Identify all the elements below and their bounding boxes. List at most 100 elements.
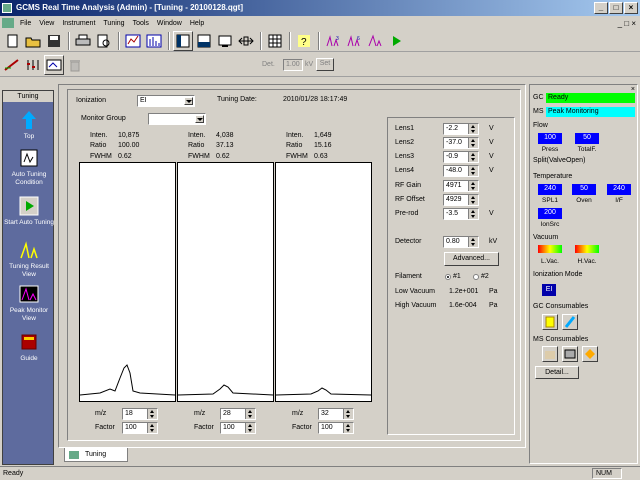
ms-filament-icon[interactable]	[542, 346, 558, 362]
press-label: Press	[541, 146, 559, 153]
start-icon[interactable]	[386, 31, 406, 51]
ionsrc-label: IonSrc	[540, 221, 560, 228]
grid-view-icon[interactable]	[265, 31, 285, 51]
ms-consumables-label: MS Consumables	[533, 336, 589, 343]
mdi-window-controls[interactable]: _ □ ×	[614, 19, 640, 28]
sidebar-item-guide[interactable]: Guide	[3, 331, 55, 363]
mdi-icon[interactable]	[2, 18, 14, 28]
peak3-factor-input[interactable]: 100	[318, 422, 354, 434]
lens1-input[interactable]: -2.2	[443, 123, 479, 135]
tune-edit-icon[interactable]	[2, 55, 22, 75]
rf-gain-input[interactable]: 4971	[443, 180, 479, 192]
top-arrow-icon	[17, 109, 41, 131]
new-file-icon[interactable]	[2, 31, 22, 51]
help-icon[interactable]: ?	[294, 31, 314, 51]
ms-detector-icon[interactable]	[582, 346, 598, 362]
filament-1-label: #1	[453, 273, 461, 280]
ionization-select[interactable]: EI	[137, 95, 195, 107]
peak2-fwhm: 0.62	[216, 153, 230, 160]
menu-instrument[interactable]: Instrument	[58, 20, 99, 27]
mz-label: m/z	[194, 410, 206, 417]
peak1-factor-input[interactable]: 100	[122, 422, 158, 434]
filament-2-radio[interactable]	[473, 274, 479, 280]
menu-window[interactable]: Window	[153, 20, 186, 27]
det-label: Det.	[262, 61, 275, 68]
view-chart-icon[interactable]	[123, 31, 143, 51]
print-icon[interactable]	[73, 31, 93, 51]
inten-label: Inten.	[90, 132, 108, 139]
maximize-button[interactable]: □	[609, 2, 623, 14]
view-spectrum-icon[interactable]	[144, 31, 164, 51]
minimize-button[interactable]: _	[594, 2, 608, 14]
advanced-button[interactable]: Advanced...	[444, 252, 499, 266]
sidebar-item-start-auto-tuning[interactable]: Start Auto Tuning	[3, 195, 55, 227]
sidebar-item-top[interactable]: Top	[3, 109, 55, 141]
press-value: 100	[538, 133, 562, 144]
close-button[interactable]: ×	[624, 2, 638, 14]
oven-label: Oven	[576, 197, 592, 204]
sidebar-title: Tuning	[3, 91, 53, 102]
monitor-group-label: Monitor Group	[81, 115, 126, 122]
layout-2-icon[interactable]	[194, 31, 214, 51]
lens1-unit: V	[489, 125, 494, 132]
sidebar-item-peak-monitor-view[interactable]: Peak Monitor View	[3, 283, 55, 323]
detail-button[interactable]: Detail...	[535, 366, 579, 379]
pre-rod-input[interactable]: -3.5	[443, 208, 479, 220]
layout-1-icon[interactable]	[173, 30, 193, 51]
peak1-fwhm: 0.62	[118, 153, 132, 160]
set-button: Set	[316, 58, 334, 71]
num-lock-indicator: NUM	[592, 468, 622, 479]
lens1-label: Lens1	[395, 125, 415, 132]
lens2-input[interactable]: -37.0	[443, 137, 479, 149]
peak3-mz-input[interactable]: 32	[318, 408, 354, 420]
menu-tools[interactable]: Tools	[129, 20, 153, 27]
tune-param-icon[interactable]	[23, 55, 43, 75]
monitor-group-select[interactable]	[148, 113, 206, 125]
lens4-input[interactable]: -48.0	[443, 165, 479, 177]
tune-peak-monitor-icon[interactable]	[365, 31, 385, 51]
menu-help[interactable]: Help	[186, 20, 208, 27]
menu-tuning[interactable]: Tuning	[99, 20, 128, 27]
gc-liner-icon[interactable]	[542, 314, 558, 330]
tune-peak3-icon[interactable]: 3	[323, 31, 343, 51]
detector-input[interactable]: 0.80	[443, 236, 479, 248]
svg-text:3: 3	[336, 36, 339, 42]
sidebar-item-auto-tuning-condition[interactable]: Auto Tuning Condition	[3, 147, 55, 187]
detector-unit: kV	[489, 238, 498, 245]
peak2-factor-input[interactable]: 100	[220, 422, 256, 434]
sidebar-item-tuning-result-view[interactable]: Tuning Result View	[3, 239, 55, 279]
rf-offset-input[interactable]: 4929	[443, 194, 479, 206]
ms-label: MS	[533, 108, 544, 115]
close-icon[interactable]: ×	[631, 86, 635, 93]
ratio-label: Ratio	[188, 142, 205, 149]
peak3-fwhm: 0.63	[314, 153, 328, 160]
menu-file[interactable]: File	[16, 20, 35, 27]
svg-text:?: ?	[301, 37, 307, 48]
lens3-input[interactable]: -0.9	[443, 151, 479, 163]
if-label: I/F	[615, 197, 623, 204]
layout-4-icon[interactable]	[236, 31, 256, 51]
pre-rod-label: Pre-rod	[395, 210, 419, 217]
gc-syringe-icon[interactable]	[562, 314, 578, 330]
tune-switch-icon[interactable]	[44, 54, 64, 75]
layout-3-icon[interactable]	[215, 31, 235, 51]
ms-pump-icon[interactable]	[562, 346, 578, 362]
lens2-unit: V	[489, 139, 494, 146]
ionsrc-value: 200	[538, 208, 562, 219]
peak1-mz-input[interactable]: 18	[122, 408, 158, 420]
tab-tuning[interactable]: Tuning	[64, 448, 128, 462]
trash-icon[interactable]	[65, 55, 85, 75]
tune-peak6-icon[interactable]: 6	[344, 31, 364, 51]
ratio-label: Ratio	[90, 142, 107, 149]
print-preview-icon[interactable]	[94, 31, 114, 51]
save-icon[interactable]	[44, 31, 64, 51]
open-folder-icon[interactable]	[23, 31, 43, 51]
peak2-mz-input[interactable]: 28	[220, 408, 256, 420]
title-bar: GCMS Real Time Analysis (Admin) - [Tunin…	[0, 0, 640, 16]
factor-label: Factor	[95, 424, 115, 431]
factor-label: Factor	[194, 424, 214, 431]
high-vacuum-value: 1.6e-004	[449, 302, 477, 309]
menu-view[interactable]: View	[35, 20, 58, 27]
filament-1-radio[interactable]	[445, 274, 451, 280]
ionization-mode-label: Ionization Mode	[533, 271, 583, 278]
